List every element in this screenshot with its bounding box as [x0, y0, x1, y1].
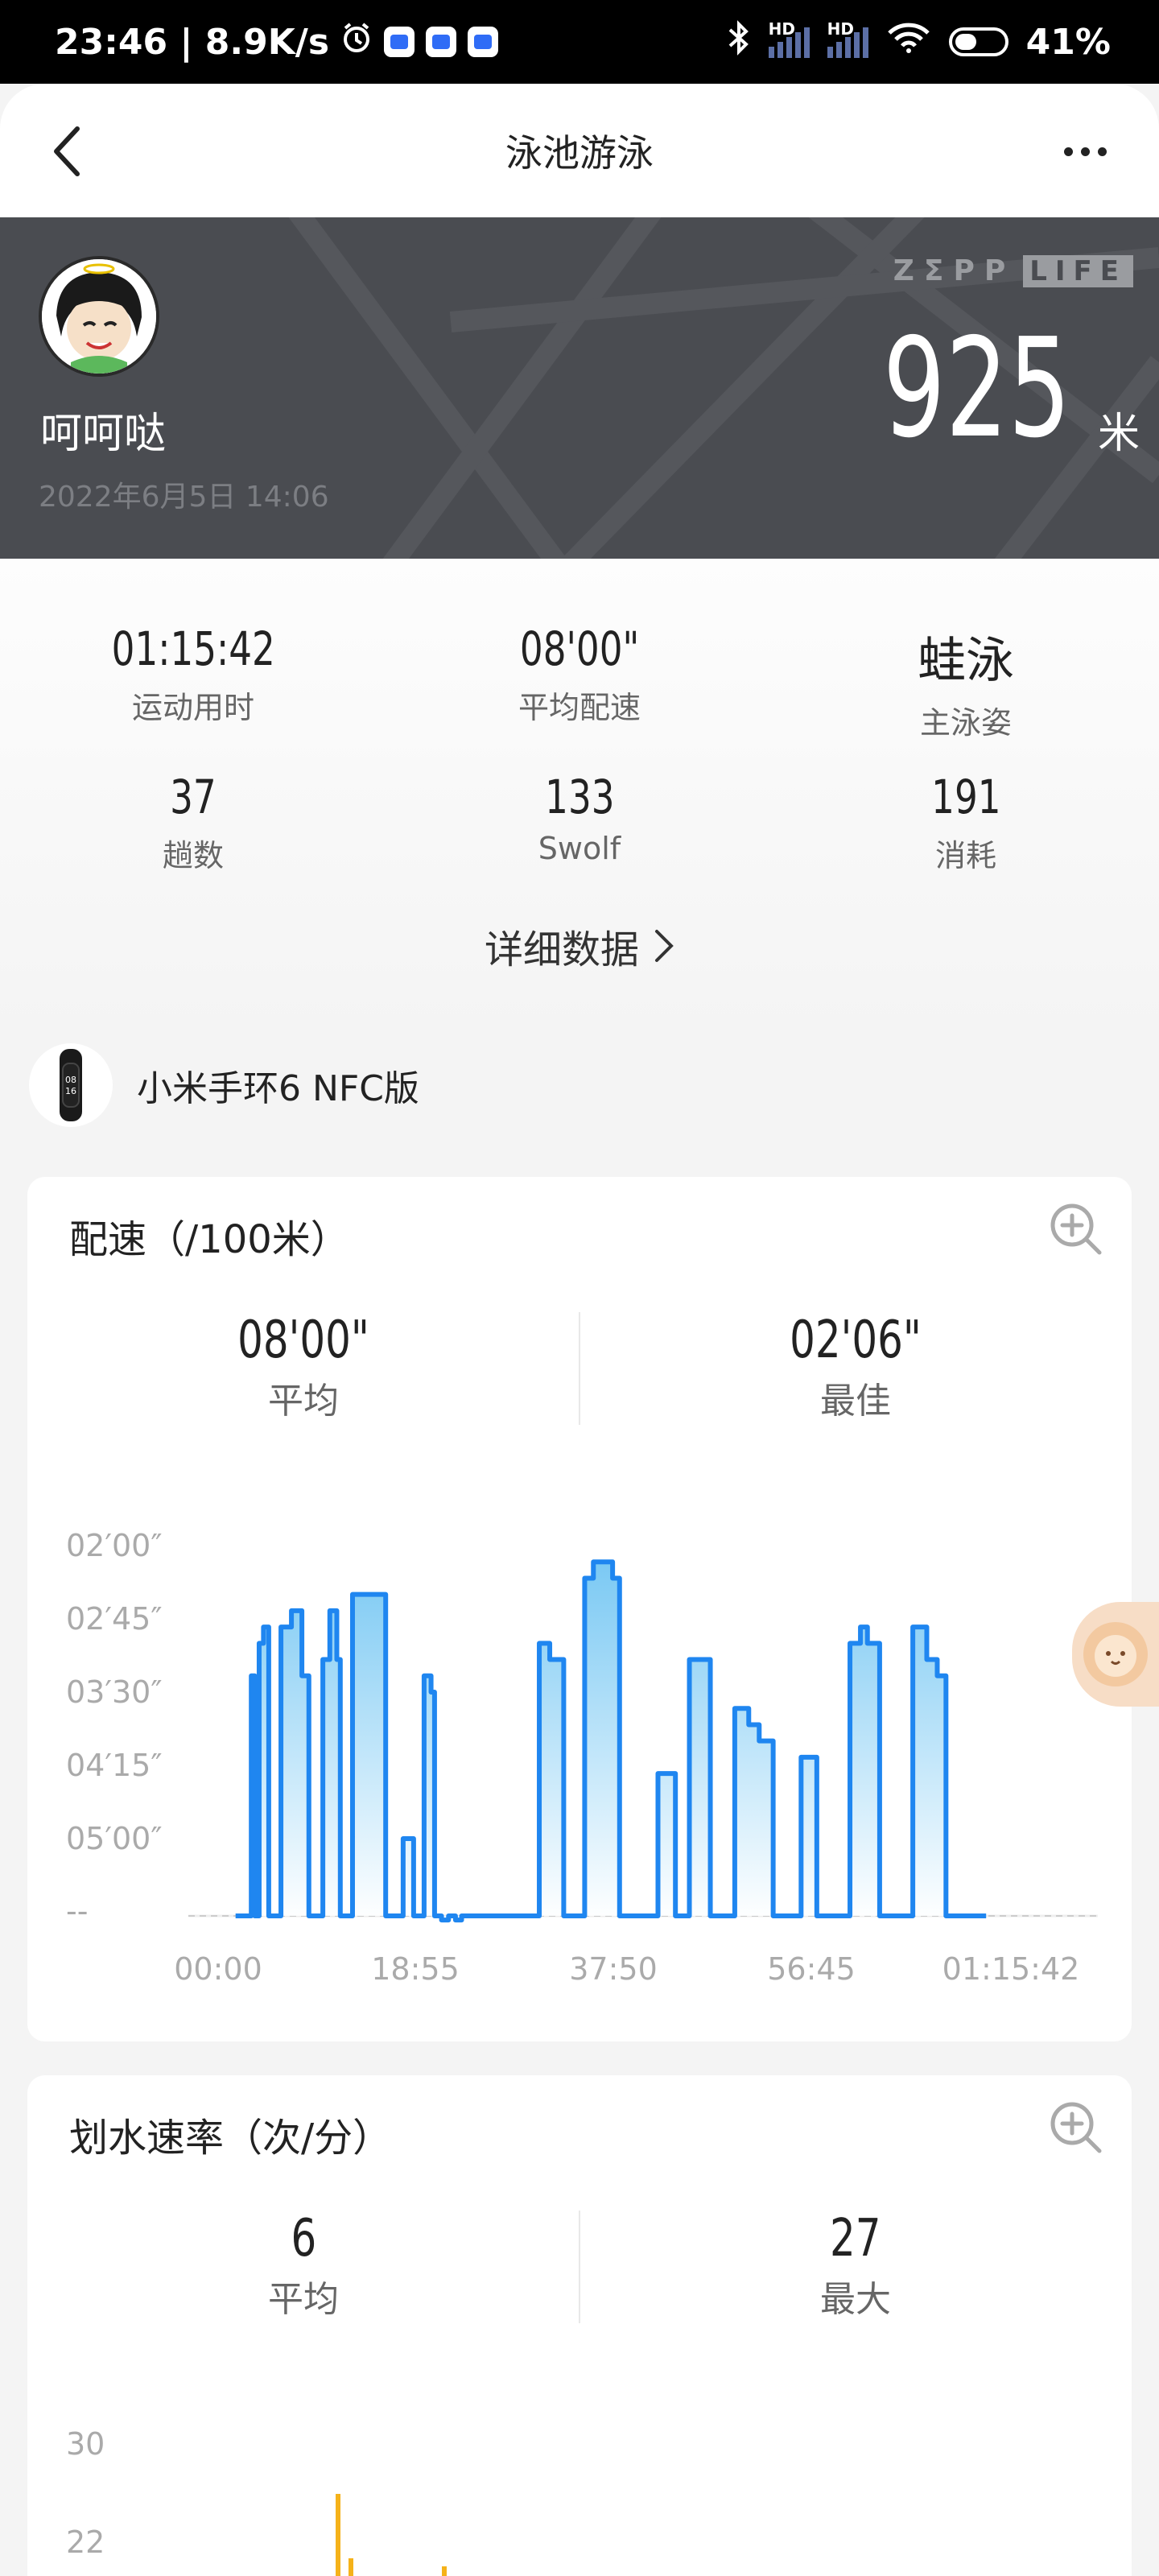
stat-value: 08'00" [519, 621, 640, 676]
stat-avg-pace: 08'00" 平均配速 [419, 621, 740, 727]
nav-bar: 泳池游泳 [0, 84, 1159, 217]
stat-label: 平均配速 [518, 690, 641, 725]
wifi-icon [886, 22, 931, 63]
x-tick-label: 00:00 [174, 1951, 262, 1987]
stat-main-stroke: 蛙泳 主泳姿 [805, 621, 1127, 742]
x-tick-label: 01:15:42 [942, 1951, 1080, 1987]
stat-label: Swolf [538, 831, 621, 866]
username: 呵呵哒 [40, 410, 167, 458]
stroke-rate-card: 划水速率（次/分） 6 平均 27 最大 30 22 [27, 2075, 1132, 2576]
logo-text-life: LIFE [1023, 254, 1133, 287]
avatar-image [42, 259, 156, 374]
battery-icon [948, 27, 1008, 56]
stat-label: 趟数 [162, 838, 224, 873]
x-tick-label: 37:50 [569, 1951, 658, 1987]
stroke-rate-chart [336, 2494, 447, 2576]
logo-text-zepp: ZΣPP [893, 254, 1016, 287]
detail-data-link[interactable]: 详细数据 [0, 918, 1159, 974]
zepp-life-logo: ZΣPP LIFE [893, 254, 1133, 287]
stat-label: 主泳姿 [919, 705, 1012, 741]
more-options-button[interactable] [1053, 127, 1117, 175]
status-bar: 23:46 | 8.9K/s HD HD 41% [0, 0, 1159, 84]
hd-label: HD [768, 19, 796, 39]
workout-summary-header: 呵呵哒 2022年6月5日 14:06 ZΣPP LIFE 925 米 [0, 217, 1159, 559]
pace-area [235, 1562, 987, 1921]
back-button[interactable] [39, 119, 97, 184]
stat-value: 133 [544, 770, 615, 824]
app-notification-icon [384, 27, 415, 57]
hd-label: HD [827, 19, 855, 39]
pace-card: 配速（/100米） 08'00" 平均 02'06" 最佳 02′00″ 02′… [27, 1177, 1132, 2041]
stat-value: 191 [930, 770, 1001, 824]
x-tick-label: 18:55 [371, 1951, 460, 1987]
stat-swolf: 133 Swolf [419, 770, 740, 866]
stat-label: 运动用时 [131, 690, 254, 725]
x-tick-label: 56:45 [767, 1951, 856, 1987]
app-notification-icon [426, 27, 457, 57]
workout-datetime: 2022年6月5日 14:06 [39, 481, 329, 514]
lion-mascot-icon [1083, 1622, 1148, 1686]
stat-calories: 191 消耗 [805, 770, 1127, 875]
band-icon: 08 16 [29, 1043, 113, 1127]
stat-label: 消耗 [934, 838, 996, 873]
more-dot-icon [1063, 147, 1073, 156]
cellular-signal-icon: HD [827, 19, 868, 58]
chevron-right-icon [655, 930, 674, 962]
battery-percent: 41% [1025, 21, 1111, 63]
avatar[interactable] [39, 256, 159, 377]
stat-value: 37 [170, 770, 217, 824]
more-dot-icon [1097, 147, 1107, 156]
stat-laps: 37 趟数 [32, 770, 354, 875]
stat-value: 蛙泳 [918, 633, 1014, 689]
device-name: 小米手环6 NFC版 [137, 1068, 419, 1109]
floating-assistant-button[interactable] [1072, 1602, 1159, 1707]
band-screen-minute: 16 [65, 1086, 76, 1096]
page-title: 泳池游泳 [505, 131, 654, 175]
alarm-icon [340, 22, 373, 63]
pace-chart [188, 1559, 1098, 1923]
stats-grid: 01:15:42 运动用时 08'00" 平均配速 蛙泳 主泳姿 37 趟数 1… [0, 559, 1159, 1042]
stat-duration: 01:15:42 运动用时 [32, 621, 354, 727]
distance-unit: 米 [1097, 410, 1140, 458]
bluetooth-icon [727, 19, 751, 64]
stat-value: 01:15:42 [111, 621, 275, 676]
band-screen-hour: 08 [65, 1075, 76, 1085]
cloud-notification-icon [468, 27, 499, 57]
more-dot-icon [1080, 147, 1090, 156]
status-time-speed: 23:46 | 8.9K/s [55, 21, 330, 63]
chevron-left-icon [54, 126, 80, 176]
cellular-signal-icon: HD [768, 19, 810, 58]
detail-data-label: 详细数据 [484, 927, 639, 972]
distance-value: 925 [882, 309, 1070, 469]
device-row: 08 16 小米手环6 NFC版 [29, 1043, 419, 1127]
